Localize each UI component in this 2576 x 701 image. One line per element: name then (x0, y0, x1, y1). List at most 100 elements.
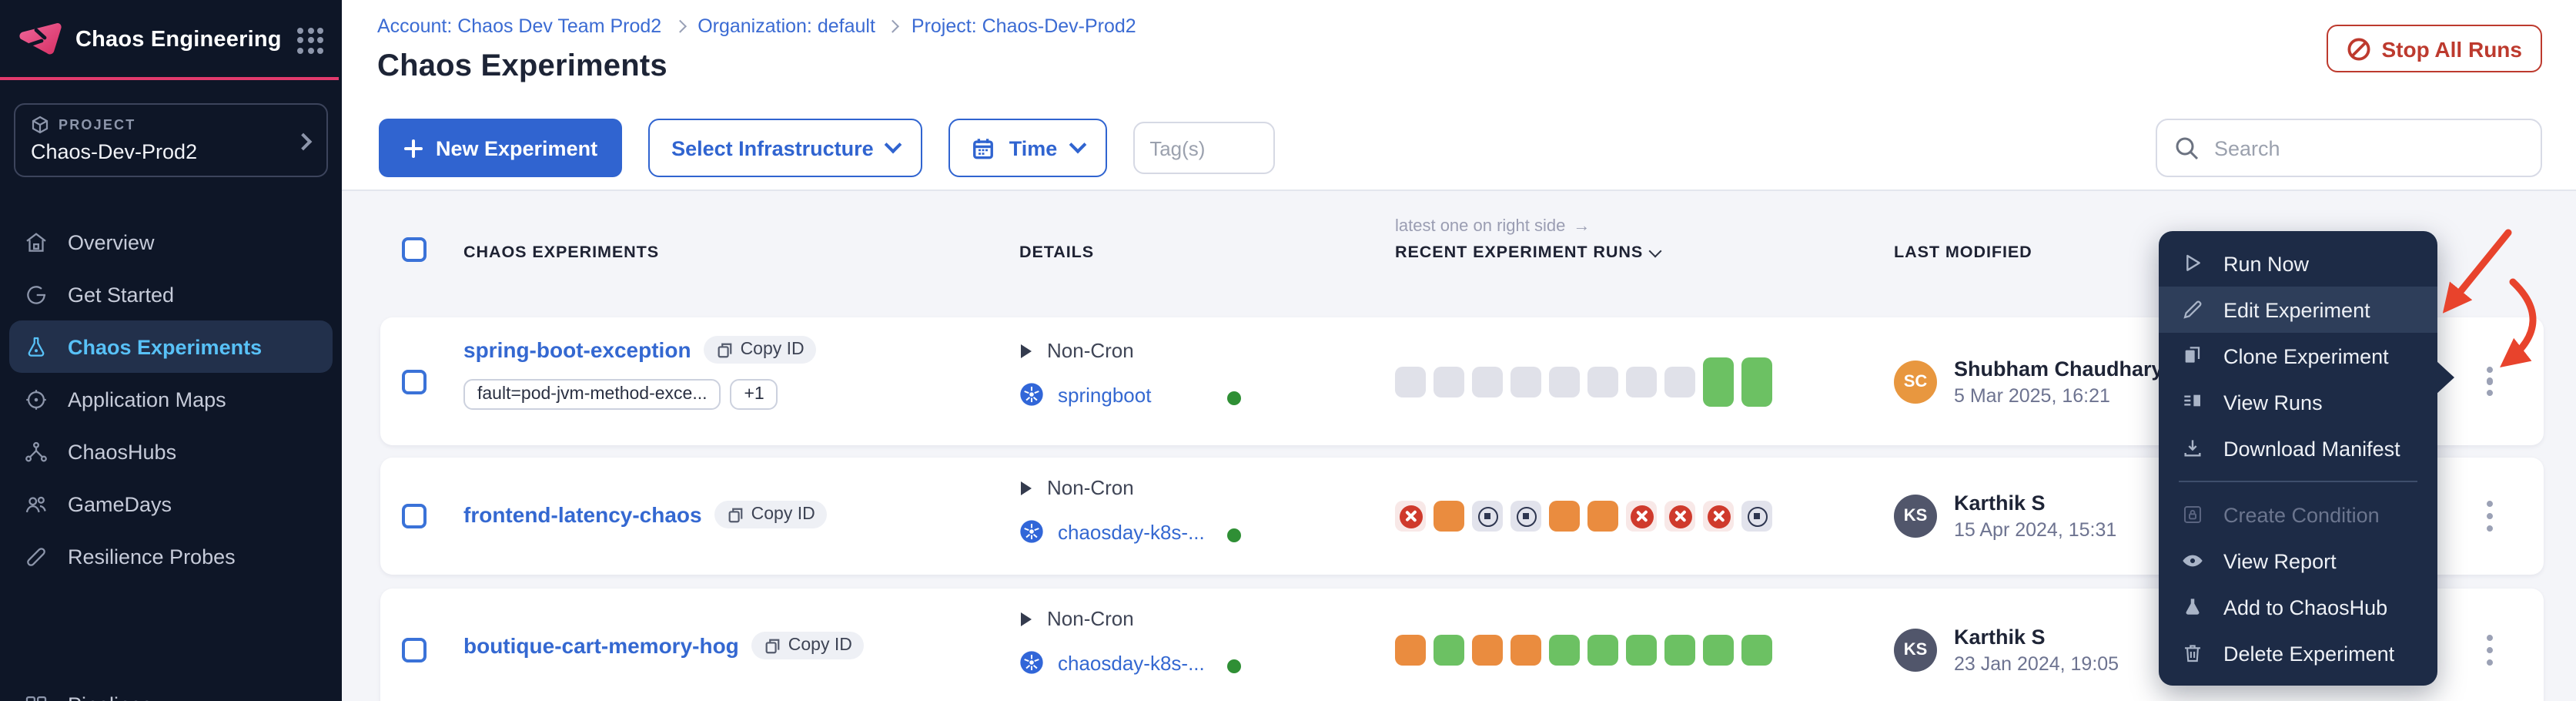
row-context-menu: Run Now Edit Experiment Clone Experiment… (2159, 231, 2437, 686)
module-grid-icon[interactable] (297, 27, 323, 53)
run-indicator-passed[interactable] (1626, 635, 1657, 666)
menu-item-delete-experiment[interactable]: Delete Experiment (2159, 630, 2437, 676)
run-indicator-passed[interactable] (1549, 635, 1580, 666)
run-indicator-warning[interactable] (1549, 501, 1580, 532)
breadcrumb-account[interactable]: Account: Chaos Dev Team Prod2 (377, 15, 661, 37)
menu-item-create-condition: Create Condition (2159, 491, 2437, 538)
run-indicator-stopped[interactable] (1510, 501, 1541, 532)
menu-item-view-runs[interactable]: View Runs (2159, 379, 2437, 425)
run-indicator-passed[interactable] (1741, 635, 1772, 666)
chevron-down-icon (1649, 245, 1662, 258)
run-indicator-none[interactable] (1664, 366, 1695, 397)
run-indicator-warning[interactable] (1510, 635, 1541, 666)
run-indicator-none[interactable] (1587, 366, 1618, 397)
run-indicator-passed[interactable] (1703, 635, 1734, 666)
menu-item-clone-experiment[interactable]: Clone Experiment (2159, 333, 2437, 379)
sidebar-item-label: Resilience Probes (68, 545, 236, 568)
search-input[interactable] (2211, 135, 2524, 161)
infrastructure-link[interactable]: chaosday-k8s-... (1058, 520, 1205, 543)
get-started-icon (23, 281, 49, 307)
infrastructure-link[interactable]: springboot (1058, 383, 1151, 406)
tag-overflow-chip[interactable]: +1 (731, 379, 778, 410)
copy-icon (764, 637, 781, 654)
run-indicator-none[interactable] (1510, 366, 1541, 397)
menu-item-add-to-chaoshub[interactable]: Add to ChaosHub (2159, 584, 2437, 630)
select-infrastructure-dropdown[interactable]: Select Infrastructure (648, 119, 923, 177)
run-indicator-stopped[interactable] (1741, 501, 1772, 532)
row-menu-button[interactable] (2477, 357, 2503, 406)
toolbar: New Experiment Select Infrastructure Tim… (342, 119, 2576, 191)
run-indicator-warning[interactable] (1395, 635, 1426, 666)
experiment-name-link[interactable]: boutique-cart-memory-hog (463, 633, 739, 658)
recent-runs (1395, 317, 1772, 445)
run-indicator-none[interactable] (1434, 366, 1464, 397)
run-indicator-none[interactable] (1626, 366, 1657, 397)
run-indicator-warning[interactable] (1434, 501, 1464, 532)
row-checkbox[interactable] (402, 638, 427, 662)
menu-item-download-manifest[interactable]: Download Manifest (2159, 425, 2437, 471)
list-icon (2180, 390, 2205, 414)
experiment-name-link[interactable]: spring-boot-exception (463, 337, 691, 362)
sidebar-item-application-maps[interactable]: Application Maps (0, 373, 342, 425)
tag-chip: fault=pod-jvm-method-exce... (463, 379, 721, 410)
row-menu-button[interactable] (2477, 491, 2503, 541)
sidebar-item-overview[interactable]: Overview (0, 216, 342, 268)
runs-order-hint: latest one on right side → (1395, 217, 1590, 236)
stop-all-runs-button[interactable]: Stop All Runs (2326, 25, 2542, 72)
row-checkbox[interactable] (402, 369, 427, 394)
copy-id-button[interactable]: Copy ID (704, 336, 817, 364)
infrastructure-link[interactable]: chaosday-k8s-... (1058, 651, 1205, 674)
tags-filter-input[interactable] (1132, 122, 1274, 174)
last-modified-cell: SC Shubham Chaudhary 5 Mar 2025, 16:21 (1894, 357, 2163, 406)
lock-icon (2180, 502, 2205, 527)
sidebar-item-chaos-experiments[interactable]: Chaos Experiments (9, 320, 333, 373)
run-indicator-warning[interactable] (1472, 635, 1503, 666)
column-header-recent-runs[interactable]: RECENT EXPERIMENT RUNS (1395, 243, 1660, 262)
time-filter-dropdown[interactable]: Time (949, 119, 1107, 177)
breadcrumb-organization[interactable]: Organization: default (698, 15, 875, 37)
people-icon (23, 491, 49, 517)
play-icon (2180, 251, 2205, 276)
download-icon (2180, 436, 2205, 461)
column-header-experiments: CHAOS EXPERIMENTS (463, 243, 659, 262)
copy-icon (727, 506, 744, 523)
copy-id-button[interactable]: Copy ID (714, 501, 828, 528)
run-indicator-warning[interactable] (1587, 501, 1618, 532)
run-indicator-passed[interactable] (1434, 635, 1464, 666)
run-indicator-failed[interactable] (1626, 501, 1657, 532)
run-indicator-passed[interactable] (1664, 635, 1695, 666)
project-name: Chaos-Dev-Prod2 (31, 140, 311, 163)
sidebar-item-chaoshubs[interactable]: ChaosHubs (0, 425, 342, 478)
run-indicator-failed[interactable] (1395, 501, 1426, 532)
new-experiment-button[interactable]: New Experiment (379, 119, 622, 177)
copy-id-button[interactable]: Copy ID (751, 632, 865, 659)
run-indicator-failed[interactable] (1664, 501, 1695, 532)
schedule-type: Non-Cron (1047, 339, 1134, 362)
run-indicator-none[interactable] (1549, 366, 1580, 397)
run-indicator-passed-latest[interactable] (1741, 357, 1772, 406)
row-checkbox[interactable] (402, 504, 427, 528)
run-indicator-failed[interactable] (1703, 501, 1734, 532)
experiment-name-link[interactable]: frontend-latency-chaos (463, 502, 702, 527)
run-indicator-passed[interactable] (1587, 635, 1618, 666)
menu-item-edit-experiment[interactable]: Edit Experiment (2159, 287, 2437, 333)
run-indicator-stopped[interactable] (1472, 501, 1503, 532)
sidebar-item-resilience-probes[interactable]: Resilience Probes (0, 530, 342, 582)
search-box[interactable] (2156, 119, 2542, 177)
select-all-checkbox[interactable] (402, 237, 427, 262)
sidebar: Chaos Engineering PROJECT Chaos-Dev-Prod… (0, 0, 342, 701)
time-filter-label: Time (1009, 136, 1058, 159)
menu-item-view-report[interactable]: View Report (2159, 538, 2437, 584)
project-selector[interactable]: PROJECT Chaos-Dev-Prod2 (14, 103, 328, 177)
sidebar-item-gamedays[interactable]: GameDays (0, 478, 342, 530)
run-indicator-none[interactable] (1472, 366, 1503, 397)
modified-by-name: Karthik S (1954, 491, 2116, 515)
run-indicator-passed-latest[interactable] (1703, 357, 1734, 406)
sidebar-item-pipelines[interactable]: Pipelines (0, 678, 342, 701)
menu-item-run-now[interactable]: Run Now (2159, 240, 2437, 287)
modified-date: 15 Apr 2024, 15:31 (1954, 519, 2116, 541)
row-menu-button[interactable] (2477, 626, 2503, 675)
sidebar-item-get-started[interactable]: Get Started (0, 268, 342, 320)
breadcrumb-project[interactable]: Project: Chaos-Dev-Prod2 (912, 15, 1136, 37)
run-indicator-none[interactable] (1395, 366, 1426, 397)
